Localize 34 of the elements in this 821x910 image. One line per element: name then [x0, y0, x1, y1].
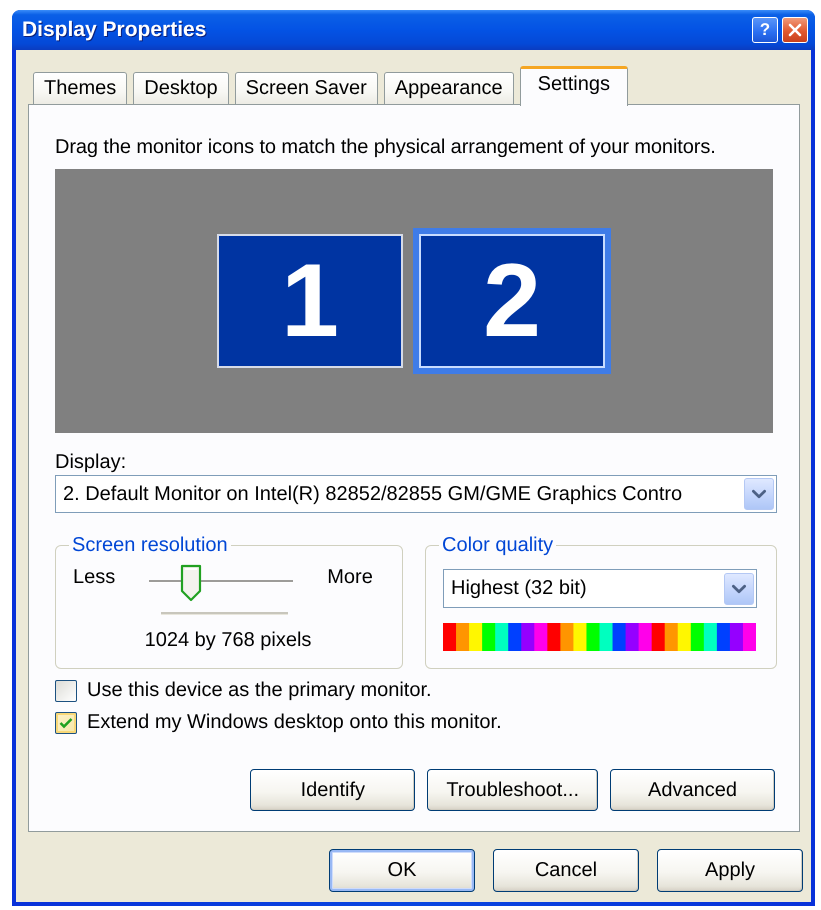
- group-title: Screen resolution: [71, 534, 229, 557]
- checkbox-label: Extend my Windows desktop onto this monitor.: [87, 711, 502, 734]
- field-label: Display:: [55, 451, 128, 473]
- display-dropdown[interactable]: 2. Default Monitor on Intel(R) 82852/82855 GM/GME Graphics Contro: [55, 475, 777, 513]
- tab[interactable]: Settings: [520, 66, 628, 106]
- color-quality-dropdown[interactable]: Highest (32 bit): [443, 569, 757, 608]
- dialog-button[interactable]: OK: [329, 849, 475, 892]
- chevron-down-icon[interactable]: [744, 478, 774, 510]
- instruction-text: Drag the monitor icons to match the physical arrangement of your monitors.: [55, 136, 717, 158]
- checkbox[interactable]: [55, 712, 77, 734]
- monitor-tile[interactable]: 2: [413, 228, 611, 374]
- close-button[interactable]: [782, 17, 808, 43]
- dialog-button[interactable]: Cancel: [493, 849, 639, 892]
- tab[interactable]: Themes: [33, 72, 128, 104]
- checkbox-label: Use this device as the primary monitor.: [87, 679, 432, 702]
- chevron-down-icon[interactable]: [724, 572, 754, 604]
- window-title: Display Properties: [22, 18, 206, 42]
- group-title: Color quality: [441, 534, 554, 557]
- help-button[interactable]: ?: [752, 17, 778, 43]
- monitor-tile[interactable]: 1: [217, 234, 403, 368]
- slider-max-label: More: [327, 566, 373, 588]
- slider-min-label: Less: [73, 566, 116, 588]
- tab[interactable]: Screen Saver: [234, 72, 378, 104]
- panel-button[interactable]: Troubleshoot...: [427, 769, 598, 811]
- check-icon: [59, 716, 73, 728]
- resolution-reading: 1024 by 768 pixels: [144, 629, 312, 651]
- checkbox[interactable]: [55, 680, 77, 702]
- tab[interactable]: Desktop: [133, 72, 229, 104]
- panel-button[interactable]: Identify: [250, 769, 416, 811]
- panel-button[interactable]: Advanced: [610, 769, 775, 811]
- tab[interactable]: Appearance: [384, 72, 514, 104]
- close-icon: [788, 23, 802, 37]
- slider-thumb[interactable]: [180, 564, 202, 602]
- dialog-button[interactable]: Apply: [657, 849, 803, 892]
